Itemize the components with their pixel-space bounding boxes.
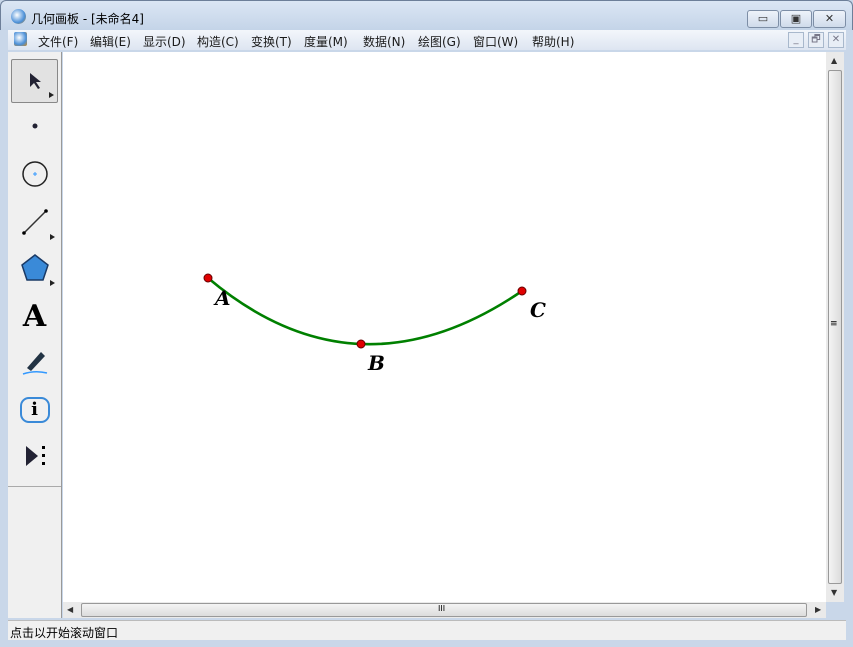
play-dots-icon <box>25 446 45 466</box>
menu-edit[interactable]: 编辑(E) <box>90 33 131 50</box>
horizontal-scroll-thumb[interactable]: III <box>81 603 807 617</box>
maximize-button[interactable]: ▣ <box>780 10 812 28</box>
marker-tool[interactable] <box>11 340 58 384</box>
window-title: 几何画板 - [未命名4] <box>31 12 144 26</box>
point-b[interactable] <box>356 339 366 349</box>
text-tool[interactable]: A <box>11 294 58 338</box>
menu-graph[interactable]: 绘图(G) <box>418 33 461 50</box>
toolbox-divider <box>8 486 61 487</box>
sketch-canvas[interactable]: A B C <box>63 52 826 602</box>
info-icon: i <box>19 397 50 423</box>
compass-tool[interactable] <box>11 152 58 196</box>
menu-construct[interactable]: 构造(C) <box>197 33 239 50</box>
horizontal-scrollbar[interactable]: ◀ III ▶ <box>63 602 826 618</box>
scroll-up-arrow[interactable]: ▲ <box>831 56 837 65</box>
toolbox: A i <box>8 52 62 618</box>
arrow-icon <box>29 73 41 89</box>
scroll-down-arrow[interactable]: ▼ <box>831 588 837 597</box>
line-segment-icon <box>21 209 48 235</box>
menu-measure[interactable]: 度量(M) <box>304 33 348 50</box>
menu-bar: 文件(F) 编辑(E) 显示(D) 构造(C) 变换(T) 度量(M) 数据(N… <box>8 30 846 50</box>
point-tool[interactable] <box>11 104 58 148</box>
menu-transform[interactable]: 变换(T) <box>251 33 292 50</box>
arrow-select-tool[interactable] <box>11 59 58 103</box>
menu-display[interactable]: 显示(D) <box>143 33 186 50</box>
title-bar: 几何画板 - [未命名4] ▭ ▣ ✕ <box>0 0 853 30</box>
arc-abc[interactable] <box>207 277 523 346</box>
minimize-button[interactable]: ▭ <box>747 10 779 28</box>
vertical-scrollbar[interactable]: ▲ ≡ ▼ <box>826 52 844 602</box>
marker-icon <box>22 352 47 375</box>
point-icon <box>32 123 37 129</box>
menu-window[interactable]: 窗口(W) <box>473 33 518 50</box>
menu-help[interactable]: 帮助(H) <box>532 33 574 50</box>
point-a[interactable] <box>203 273 213 283</box>
polygon-tool[interactable] <box>11 246 58 290</box>
label-a[interactable]: A <box>215 286 231 310</box>
mdi-close-button[interactable]: ✕ <box>828 32 844 48</box>
point-c[interactable] <box>517 286 527 296</box>
close-button[interactable]: ✕ <box>813 10 846 28</box>
circle-icon <box>21 161 48 187</box>
custom-tool[interactable] <box>11 434 58 478</box>
app-icon <box>11 9 26 24</box>
scroll-right-arrow[interactable]: ▶ <box>815 605 821 614</box>
menu-data[interactable]: 数据(N) <box>363 33 405 50</box>
mdi-minimize-button[interactable]: _ <box>788 32 804 48</box>
menu-file[interactable]: 文件(F) <box>38 33 78 50</box>
document-icon[interactable] <box>14 32 27 46</box>
information-tool[interactable]: i <box>11 388 58 432</box>
label-c[interactable]: C <box>530 298 546 322</box>
polygon-icon <box>20 254 49 281</box>
mdi-restore-button[interactable]: 🗗 <box>808 32 824 48</box>
status-text: 点击以开始滚动窗口 <box>10 626 119 640</box>
scroll-left-arrow[interactable]: ◀ <box>67 605 73 614</box>
vertical-scroll-thumb[interactable]: ≡ <box>828 70 842 584</box>
straightedge-tool[interactable] <box>11 200 58 244</box>
label-b[interactable]: B <box>368 351 385 375</box>
status-bar: 点击以开始滚动窗口 <box>8 620 846 640</box>
